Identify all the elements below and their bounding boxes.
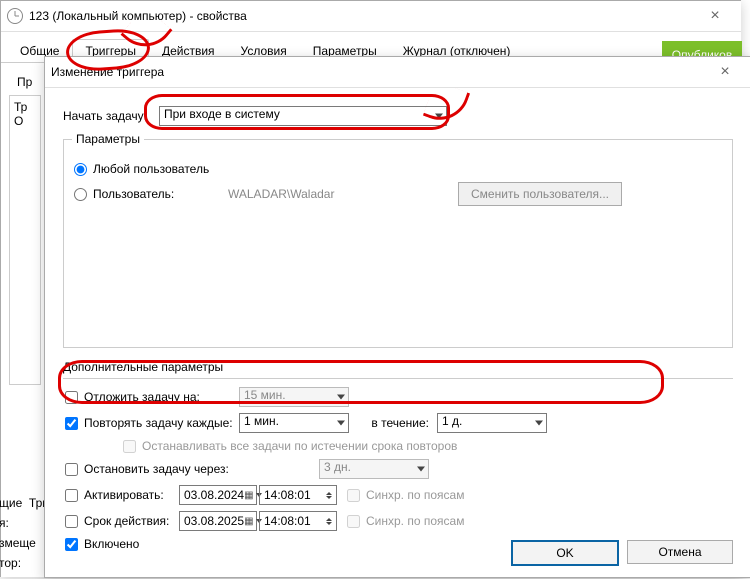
repeat-stop-check <box>123 440 136 453</box>
task-icon <box>7 8 23 24</box>
advanced-header: Дополнительные параметры <box>63 360 733 379</box>
activate-date[interactable]: 03.08.2024▦ <box>179 485 257 505</box>
delay-check[interactable] <box>65 391 78 404</box>
repeat-check[interactable] <box>65 417 78 430</box>
radio-user-input[interactable] <box>74 188 87 201</box>
enabled-check[interactable] <box>65 538 78 551</box>
stop-after-combo: 3 дн. <box>319 459 429 479</box>
radio-specific-user[interactable]: Пользователь: <box>72 187 228 201</box>
enabled-checkbox[interactable]: Включено <box>63 537 139 551</box>
activate-time[interactable]: 14:08:01 <box>259 485 337 505</box>
activate-sync: Синхр. по поясам <box>345 488 464 502</box>
activate-checkbox[interactable]: Активировать: <box>63 488 179 502</box>
close-icon[interactable]: × <box>705 57 745 87</box>
parameters-fieldset: Параметры Любой пользователь Пользовател… <box>63 132 733 348</box>
chevron-down-icon <box>535 421 543 426</box>
triggers-list-frame: ТрО <box>9 95 41 385</box>
dialog-footer: OK Отмена <box>511 540 733 566</box>
user-value: WALADAR\Waladar <box>228 187 458 201</box>
begin-task-combo[interactable]: При входе в систему <box>159 106 447 126</box>
spinner-icon <box>326 492 332 499</box>
parent-title: 123 (Локальный компьютер) - свойства <box>29 1 247 31</box>
chevron-down-icon <box>337 395 345 400</box>
begin-task-value: При входе в систему <box>164 107 280 121</box>
stop-after-check[interactable] <box>65 463 78 476</box>
chevron-down-icon <box>417 467 425 472</box>
close-icon[interactable]: × <box>695 1 735 31</box>
stop-after-checkbox[interactable]: Остановить задачу через: <box>63 462 319 476</box>
parent-titlebar: 123 (Локальный компьютер) - свойства × <box>1 1 741 32</box>
expire-sync: Синхр. по поясам <box>345 514 464 528</box>
repeat-every-combo[interactable]: 1 мин. <box>239 413 349 433</box>
ok-button[interactable]: OK <box>511 540 619 566</box>
delay-combo: 15 мин. <box>239 387 349 407</box>
activate-check[interactable] <box>65 489 78 502</box>
repeat-for-combo[interactable]: 1 д. <box>437 413 547 433</box>
change-user-button: Сменить пользователя... <box>458 182 622 206</box>
expire-check[interactable] <box>65 515 78 528</box>
delay-checkbox[interactable]: Отложить задачу на: <box>63 390 239 404</box>
edit-trigger-dialog: Изменение триггера × Начать задачу: При … <box>44 56 750 578</box>
calendar-icon: ▦ <box>244 490 253 501</box>
parameters-legend: Параметры <box>72 132 144 146</box>
radio-any-user[interactable]: Любой пользователь <box>72 162 209 176</box>
expire-time[interactable]: 14:08:01 <box>259 511 337 531</box>
chevron-down-icon <box>435 114 443 119</box>
expire-date[interactable]: 03.08.2025▦ <box>179 511 257 531</box>
begin-task-label: Начать задачу: <box>63 109 159 123</box>
repeat-for-label: в течение: <box>349 416 437 430</box>
repeat-checkbox[interactable]: Повторять задачу каждые: <box>63 416 239 430</box>
spinner-icon <box>326 518 332 525</box>
calendar-icon: ▦ <box>244 516 253 527</box>
radio-any-user-input[interactable] <box>74 163 87 176</box>
dialog-title: Изменение триггера <box>51 57 164 87</box>
expire-checkbox[interactable]: Срок действия: <box>63 514 179 528</box>
repeat-stop-checkbox: Останавливать все задачи по истечении ср… <box>121 439 457 453</box>
dialog-titlebar: Изменение триггера × <box>45 57 750 88</box>
chevron-down-icon <box>337 421 345 426</box>
cancel-button[interactable]: Отмена <box>627 540 733 564</box>
